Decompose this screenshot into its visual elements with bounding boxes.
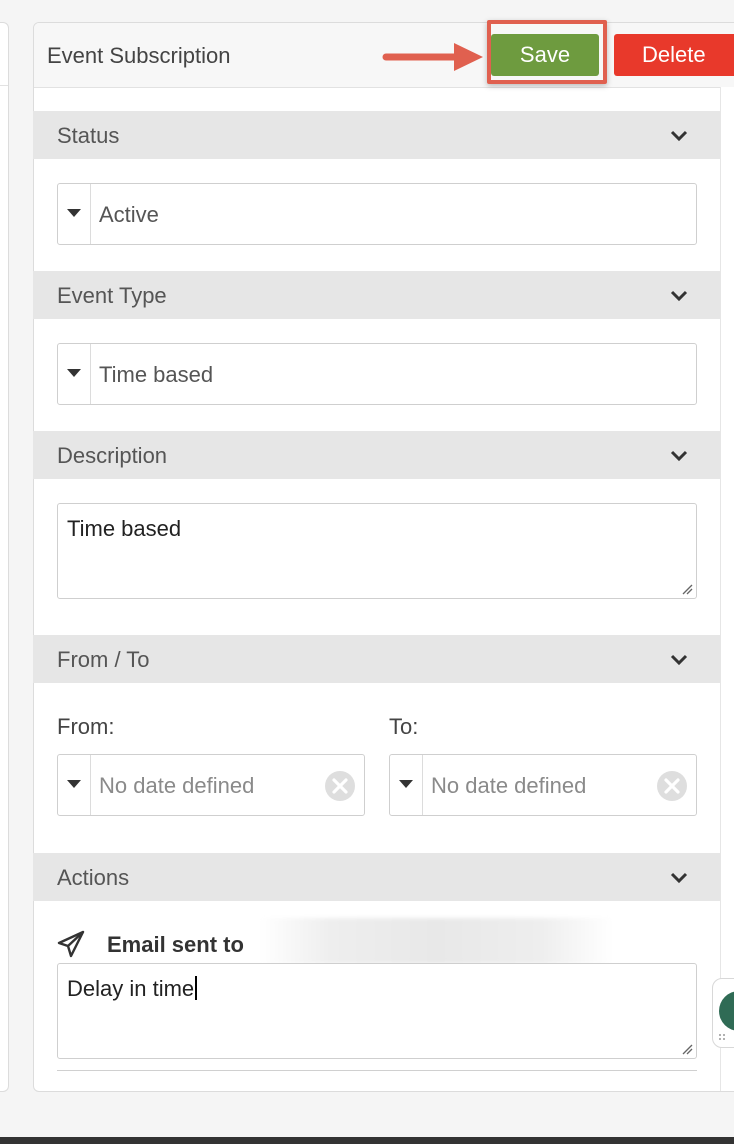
email-message-text: Delay in time [67, 976, 198, 1002]
dropdown-toggle[interactable] [58, 755, 91, 815]
event-type-value: Time based [99, 362, 214, 387]
left-panel-divider [0, 85, 8, 86]
save-button[interactable]: Save [491, 34, 599, 76]
resize-grip-icon[interactable] [681, 583, 693, 595]
paper-plane-icon [57, 930, 85, 958]
section-header-description[interactable]: Description [33, 431, 721, 479]
email-message-textarea[interactable]: Delay in time [57, 963, 697, 1059]
section-header-from-to[interactable]: From / To [33, 635, 721, 683]
section-label: Status [57, 123, 120, 148]
section-header-event-type[interactable]: Event Type [33, 271, 721, 319]
caret-down-icon [67, 369, 81, 377]
from-date-select[interactable]: No date defined [57, 754, 365, 816]
bottom-bar [0, 1137, 734, 1144]
chat-bubble-icon[interactable] [719, 991, 734, 1031]
description-textarea[interactable]: Time based [57, 503, 697, 599]
resize-grip-icon[interactable] [681, 1043, 693, 1055]
email-sent-to-label: Email sent to [107, 932, 244, 957]
panel-title: Event Subscription [47, 43, 231, 68]
caret-down-icon [67, 209, 81, 217]
chevron-down-icon[interactable] [669, 446, 689, 466]
event-type-select[interactable]: Time based [57, 343, 697, 405]
dropdown-toggle[interactable] [58, 344, 91, 404]
chevron-down-icon[interactable] [669, 126, 689, 146]
dropdown-toggle[interactable] [58, 184, 91, 244]
status-value: Active [99, 202, 159, 227]
drag-handle-icon[interactable] [718, 1033, 726, 1043]
section-label: Actions [57, 865, 130, 890]
to-date-placeholder: No date defined [431, 773, 587, 798]
status-select[interactable]: Active [57, 183, 697, 245]
redacted-email-address [260, 918, 612, 964]
section-header-status[interactable]: Status [33, 111, 721, 159]
actions-divider [57, 1070, 697, 1071]
from-label: From: [57, 714, 115, 739]
chat-widget[interactable] [712, 978, 734, 1048]
left-panel-edge [0, 22, 9, 1092]
to-label: To: [389, 714, 419, 739]
message-value: Delay in time [67, 976, 195, 1001]
caret-down-icon [67, 780, 81, 788]
arrow-right-icon [382, 43, 483, 71]
to-date-select[interactable]: No date defined [389, 754, 697, 816]
from-date-placeholder: No date defined [99, 773, 255, 798]
clear-circle-icon[interactable] [324, 770, 356, 802]
description-text: Time based [67, 516, 182, 541]
section-label: Event Type [57, 283, 167, 308]
chevron-down-icon[interactable] [669, 650, 689, 670]
panel-scrollbar[interactable] [720, 87, 734, 1091]
caret-down-icon [399, 780, 413, 788]
chevron-down-icon[interactable] [669, 868, 689, 888]
section-header-actions[interactable]: Actions [33, 853, 721, 901]
text-cursor [195, 976, 198, 1000]
section-label: Description [57, 443, 168, 468]
delete-button[interactable]: Delete [614, 34, 734, 76]
clear-circle-icon[interactable] [656, 770, 688, 802]
section-label: From / To [57, 647, 150, 672]
dropdown-toggle[interactable] [390, 755, 423, 815]
chevron-down-icon[interactable] [669, 286, 689, 306]
